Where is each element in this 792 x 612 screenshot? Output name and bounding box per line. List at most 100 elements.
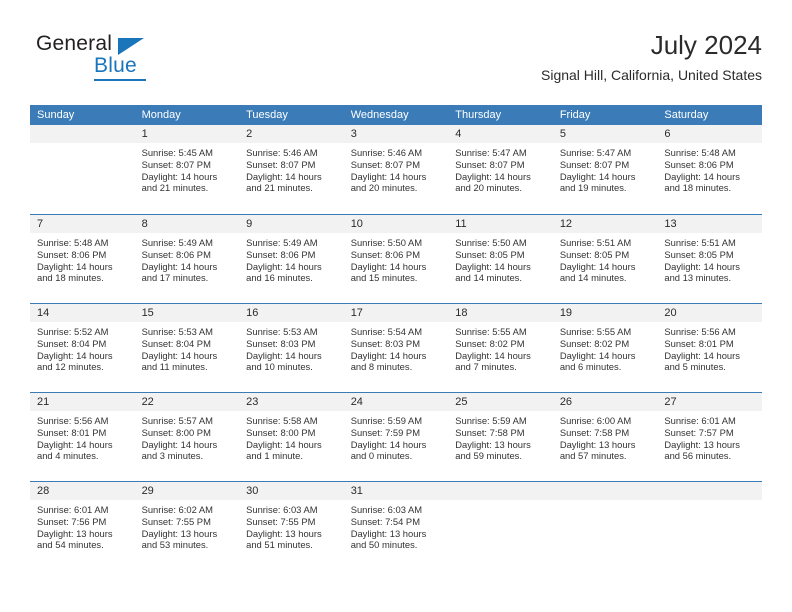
day-cell[interactable]: 8 Sunrise: 5:49 AM Sunset: 8:06 PM Daylight… [134, 215, 240, 303]
daylight-duration-line1: Daylight: 14 hours [559, 170, 636, 182]
day-details: Sunrise: 6:02 AM Sunset: 7:55 PM Daylight:… [135, 500, 240, 551]
day-cell[interactable]: 25 Sunrise: 5:59 AM Sunset: 7:58 PM Dayligh… [448, 393, 553, 481]
sunrise-time: Sunrise: 5:48 AM [37, 237, 109, 248]
day-cell[interactable]: 21 Sunrise: 5:56 AM Sunset: 8:01 PM Dayligh… [30, 393, 135, 481]
sunrise-time: Sunrise: 6:00 AM [559, 415, 632, 426]
daylight-duration-line2: and 11 minutes. [141, 361, 208, 373]
sunset-time: Sunset: 8:07 PM [141, 158, 211, 170]
day-cell[interactable]: 6 Sunrise: 5:48 AM Sunset: 8:06 PM Daylight… [657, 125, 762, 214]
daylight-duration-line1: Daylight: 14 hours [246, 170, 322, 182]
daylight-duration-line2: and 14 minutes. [455, 272, 522, 284]
day-cell[interactable]: 31 Sunrise: 6:03 AM Sunset: 7:54 PM Dayligh… [343, 482, 449, 570]
day-number: 16 [239, 304, 344, 322]
day-number: 19 [552, 304, 658, 322]
day-number: 23 [239, 393, 344, 411]
day-cell[interactable]: 11 Sunrise: 5:50 AM Sunset: 8:05 PM Dayligh… [448, 215, 553, 303]
sunset-time: Sunset: 8:00 PM [141, 426, 211, 438]
daylight-duration-line2: and 1 minute. [246, 450, 303, 462]
sunrise-time: Sunrise: 5:55 AM [455, 326, 527, 337]
sunrise-time: Sunrise: 6:01 AM [37, 504, 109, 515]
day-cell[interactable]: 27 Sunrise: 6:01 AM Sunset: 7:57 PM Dayligh… [657, 393, 762, 481]
daylight-duration-line2: and 7 minutes. [455, 361, 517, 373]
daylight-duration-line1: Daylight: 14 hours [559, 260, 636, 272]
sunset-time: Sunset: 8:07 PM [559, 158, 630, 170]
day-cell[interactable]: 26 Sunrise: 6:00 AM Sunset: 7:58 PM Dayligh… [552, 393, 658, 481]
day-details: Sunrise: 5:56 AM Sunset: 8:01 PM Daylight:… [657, 322, 762, 373]
day-cell[interactable]: 20 Sunrise: 5:56 AM Sunset: 8:01 PM Dayligh… [657, 304, 762, 392]
day-number [448, 482, 553, 500]
day-cell[interactable]: 12 Sunrise: 5:51 AM Sunset: 8:05 PM Dayligh… [552, 215, 658, 303]
day-number: 17 [343, 304, 449, 322]
day-details: Sunrise: 6:03 AM Sunset: 7:54 PM Daylight:… [344, 500, 449, 551]
sunrise-time: Sunrise: 5:46 AM [246, 147, 318, 158]
day-details: Sunrise: 5:50 AM Sunset: 8:05 PM Daylight:… [448, 233, 553, 284]
day-number: 12 [552, 215, 658, 233]
day-cell[interactable]: 28 Sunrise: 6:01 AM Sunset: 7:56 PM Dayligh… [30, 482, 135, 570]
sunset-time: Sunset: 7:58 PM [559, 426, 630, 438]
day-cell[interactable]: 5 Sunrise: 5:47 AM Sunset: 8:07 PM Daylight… [552, 125, 658, 214]
day-cell[interactable]: 18 Sunrise: 5:55 AM Sunset: 8:02 PM Dayligh… [448, 304, 553, 392]
day-cell[interactable]: 15 Sunrise: 5:53 AM Sunset: 8:04 PM Dayligh… [134, 304, 240, 392]
day-number: 2 [239, 125, 344, 143]
sunrise-time: Sunrise: 5:56 AM [37, 415, 109, 426]
daylight-duration-line1: Daylight: 14 hours [455, 260, 531, 272]
day-cell[interactable]: 4 Sunrise: 5:47 AM Sunset: 8:07 PM Daylight… [448, 125, 553, 214]
day-cell-empty [448, 482, 553, 570]
sunset-time: Sunset: 7:56 PM [37, 515, 107, 527]
day-number: 7 [30, 215, 135, 233]
day-number: 1 [134, 125, 240, 143]
weekday-header-monday: Monday [141, 109, 181, 121]
daylight-duration-line1: Daylight: 14 hours [350, 260, 427, 272]
daylight-duration-line1: Daylight: 14 hours [559, 349, 636, 361]
day-details: Sunrise: 5:48 AM Sunset: 8:06 PM Daylight:… [30, 233, 135, 284]
day-number: 8 [134, 215, 240, 233]
sunrise-time: Sunrise: 5:55 AM [559, 326, 632, 337]
day-cell[interactable]: 13 Sunrise: 5:51 AM Sunset: 8:05 PM Dayligh… [657, 215, 762, 303]
sunrise-time: Sunrise: 6:03 AM [246, 504, 318, 515]
day-cell[interactable]: 19 Sunrise: 5:55 AM Sunset: 8:02 PM Dayligh… [552, 304, 658, 392]
day-cell[interactable]: 29 Sunrise: 6:02 AM Sunset: 7:55 PM Dayligh… [134, 482, 240, 570]
day-cell[interactable]: 23 Sunrise: 5:58 AM Sunset: 8:00 PM Dayligh… [239, 393, 344, 481]
daylight-duration-line1: Daylight: 13 hours [350, 527, 427, 539]
day-cell[interactable]: 30 Sunrise: 6:03 AM Sunset: 7:55 PM Dayligh… [239, 482, 344, 570]
sunrise-time: Sunrise: 5:50 AM [455, 237, 527, 248]
daylight-duration-line2: and 21 minutes. [246, 182, 313, 194]
day-details: Sunrise: 5:49 AM Sunset: 8:06 PM Daylight:… [135, 233, 240, 284]
sunrise-time: Sunrise: 5:50 AM [350, 237, 423, 248]
daylight-duration-line1: Daylight: 14 hours [664, 170, 740, 182]
day-number: 14 [30, 304, 135, 322]
day-details: Sunrise: 6:00 AM Sunset: 7:58 PM Daylight:… [553, 411, 658, 462]
day-cell[interactable]: 2 Sunrise: 5:46 AM Sunset: 8:07 PM Daylight… [239, 125, 344, 214]
day-number: 4 [448, 125, 553, 143]
calendar-grid: Sunday Monday Tuesday Wednesday Thursday Frid… [30, 105, 762, 570]
day-cell[interactable]: 7 Sunrise: 5:48 AM Sunset: 8:06 PM Daylight… [30, 215, 135, 303]
day-cell[interactable]: 17 Sunrise: 5:54 AM Sunset: 8:03 PM Dayligh… [343, 304, 449, 392]
day-cell[interactable]: 24 Sunrise: 5:59 AM Sunset: 7:59 PM Dayligh… [343, 393, 449, 481]
day-cell[interactable]: 1 Sunrise: 5:45 AM Sunset: 8:07 PM Daylight… [134, 125, 240, 214]
sunrise-time: Sunrise: 5:59 AM [350, 415, 423, 426]
sunset-time: Sunset: 8:01 PM [664, 337, 734, 349]
sunrise-time: Sunrise: 5:53 AM [246, 326, 318, 337]
calendar-week-row: 14 Sunrise: 5:52 AM Sunset: 8:04 PM Dayligh… [30, 303, 762, 392]
day-number: 6 [657, 125, 762, 143]
day-details: Sunrise: 5:53 AM Sunset: 8:03 PM Daylight:… [239, 322, 344, 373]
day-number: 13 [657, 215, 762, 233]
sunset-time: Sunset: 8:05 PM [559, 248, 630, 260]
day-cell[interactable]: 10 Sunrise: 5:50 AM Sunset: 8:06 PM Dayligh… [343, 215, 449, 303]
sunrise-time: Sunrise: 6:01 AM [664, 415, 736, 426]
daylight-duration-line2: and 53 minutes. [141, 539, 209, 551]
day-cell[interactable]: 16 Sunrise: 5:53 AM Sunset: 8:03 PM Dayligh… [239, 304, 344, 392]
day-cell[interactable]: 9 Sunrise: 5:49 AM Sunset: 8:06 PM Daylight… [239, 215, 344, 303]
daylight-duration-line1: Daylight: 14 hours [455, 349, 531, 361]
day-details: Sunrise: 5:47 AM Sunset: 8:07 PM Daylight:… [553, 143, 658, 194]
day-cell[interactable]: 14 Sunrise: 5:52 AM Sunset: 8:04 PM Dayligh… [30, 304, 135, 392]
daylight-duration-line2: and 54 minutes. [37, 539, 104, 551]
general-blue-logo[interactable]: General Blue [36, 32, 266, 88]
day-cell[interactable]: 3 Sunrise: 5:46 AM Sunset: 8:07 PM Daylight… [343, 125, 449, 214]
daylight-duration-line2: and 6 minutes. [559, 361, 622, 373]
day-cell[interactable]: 22 Sunrise: 5:57 AM Sunset: 8:00 PM Dayligh… [134, 393, 240, 481]
daylight-duration-line1: Daylight: 14 hours [455, 170, 531, 182]
daylight-duration-line2: and 50 minutes. [350, 539, 418, 551]
daylight-duration-line2: and 14 minutes. [559, 272, 627, 284]
sunset-time: Sunset: 8:04 PM [37, 337, 107, 349]
